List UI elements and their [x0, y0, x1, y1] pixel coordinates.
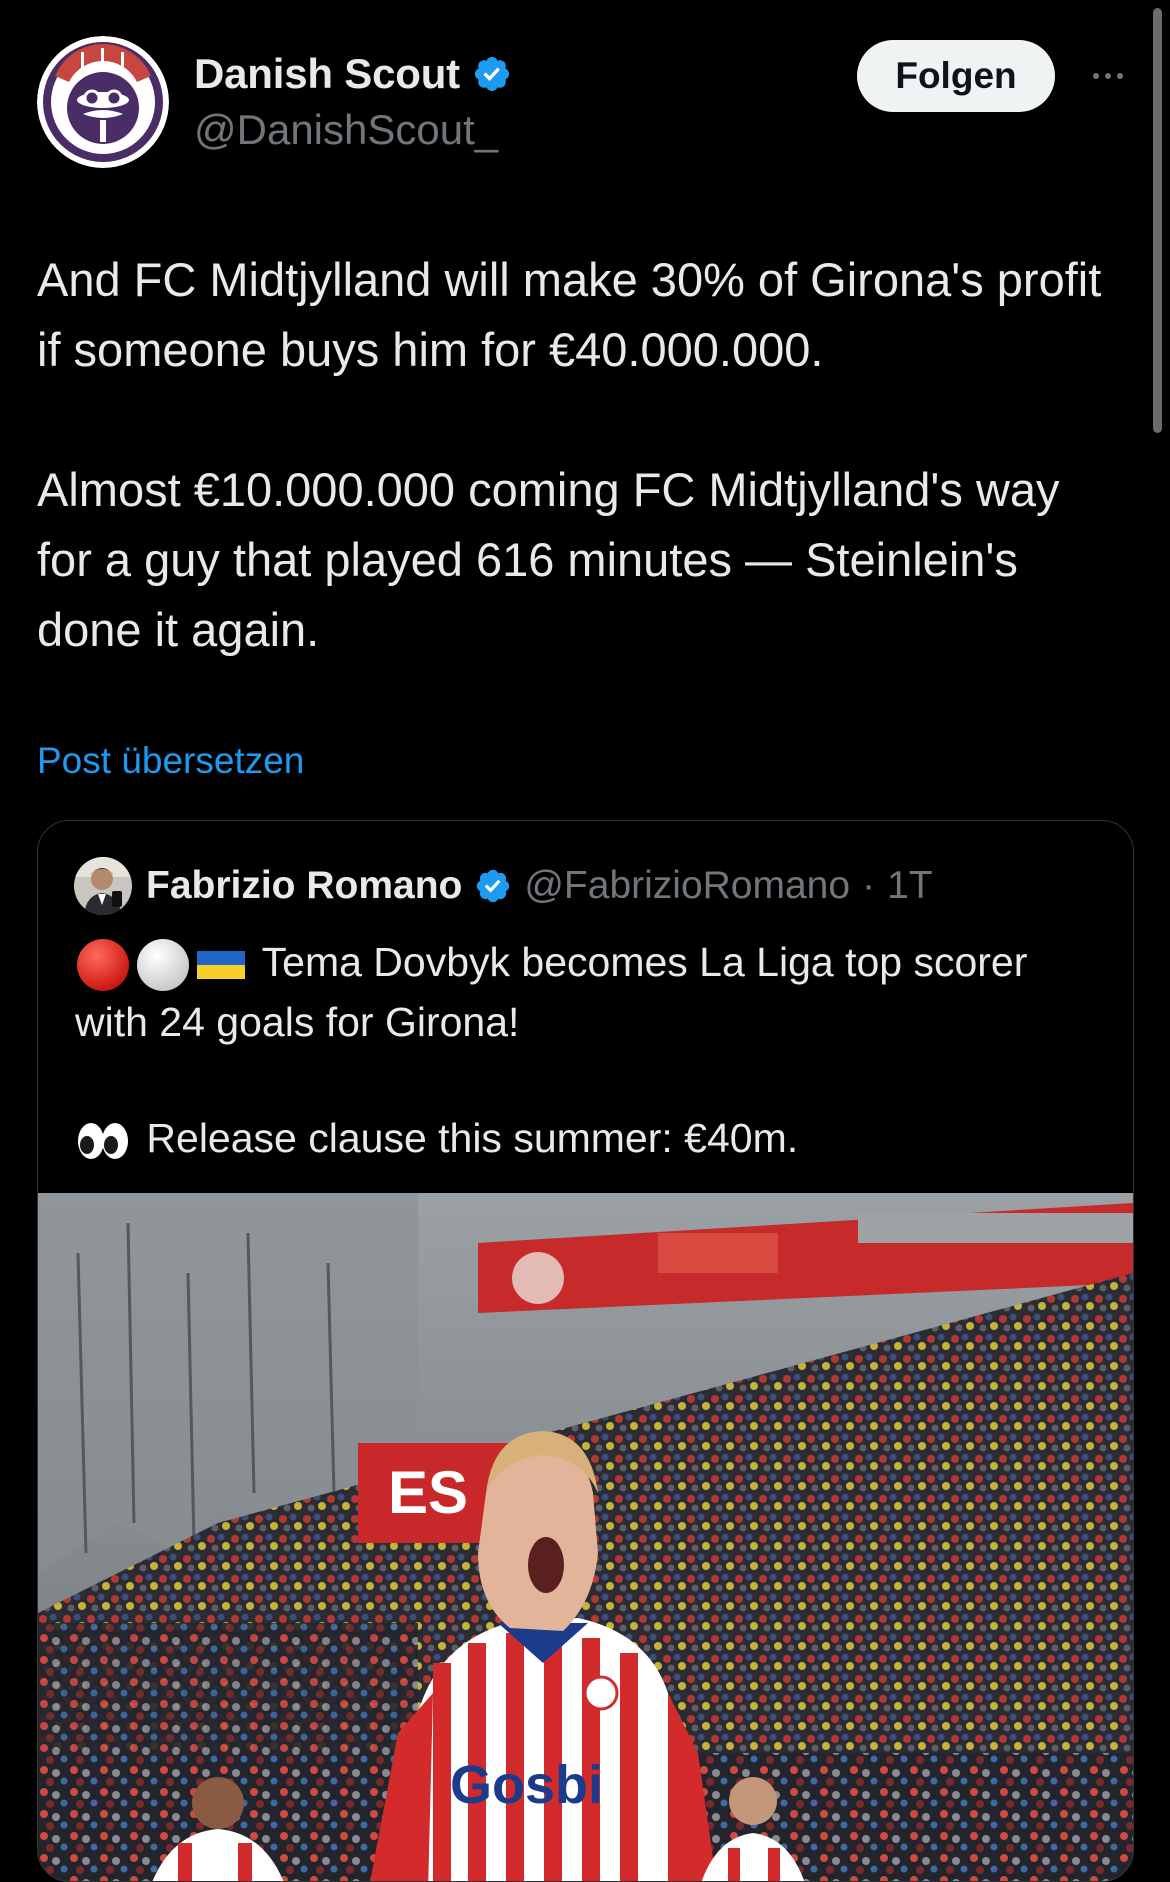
quoted-author-handle[interactable]: @FabrizioRomano	[524, 864, 850, 908]
dot	[1093, 73, 1099, 79]
verified-badge-icon	[477, 869, 510, 903]
author-name-row[interactable]: Danish Scout	[194, 50, 512, 98]
eyes-icon	[78, 1123, 128, 1160]
danish-scout-logo	[37, 36, 169, 168]
dot	[1117, 73, 1123, 79]
author-avatar[interactable]	[37, 36, 169, 168]
banner-text: ES	[388, 1459, 468, 1526]
ukraine-flag-icon	[197, 951, 245, 980]
author-name[interactable]: Danish Scout	[194, 50, 460, 98]
quoted-tweet-card[interactable]: Fabrizio Romano @FabrizioRomano · 1T Tem…	[37, 820, 1134, 1882]
quoted-tweet-text: Tema Dovbyk becomes La Liga top scorer w…	[75, 933, 1095, 1167]
tweet: Danish Scout @DanishScout_ Folgen And FC…	[0, 0, 1170, 1882]
white-circle-icon	[137, 939, 189, 992]
translate-post-link[interactable]: Post übersetzen	[37, 740, 304, 782]
quoted-author-avatar[interactable]	[74, 857, 132, 915]
post-paragraph-1: And FC Midtjylland will make 30% of Giro…	[37, 253, 1102, 376]
quoted-tweet-header: Fabrizio Romano @FabrizioRomano · 1T	[74, 857, 933, 915]
follow-button[interactable]: Folgen	[857, 40, 1055, 112]
fabrizio-avatar-image	[74, 857, 132, 915]
quoted-line-1: Tema Dovbyk becomes La Liga top scorer w…	[75, 933, 1095, 1051]
post-text: And FC Midtjylland will make 30% of Giro…	[37, 245, 1127, 665]
author-handle[interactable]: @DanishScout_	[194, 106, 498, 154]
quoted-line-2-text: Release clause this summer: €40m.	[146, 1115, 799, 1162]
verified-badge-icon	[474, 56, 510, 92]
quoted-separator: ·	[862, 864, 876, 907]
post-paragraph-2: Almost €10.000.000 coming FC Midtjylland…	[37, 463, 1060, 656]
quoted-tweet-image[interactable]: ES Gosbi	[38, 1193, 1133, 1881]
football-player-photo: ES Gosbi	[38, 1193, 1133, 1881]
red-circle-icon	[77, 939, 129, 992]
shirt-sponsor-text: Gosbi	[450, 1755, 603, 1815]
scrollbar[interactable]	[1153, 8, 1162, 433]
quoted-line-2: Release clause this summer: €40m.	[75, 1109, 1095, 1167]
dot	[1105, 73, 1111, 79]
quoted-timestamp[interactable]: 1T	[887, 864, 933, 908]
more-options-icon[interactable]	[1083, 56, 1133, 96]
quoted-author-name[interactable]: Fabrizio Romano	[146, 864, 462, 908]
